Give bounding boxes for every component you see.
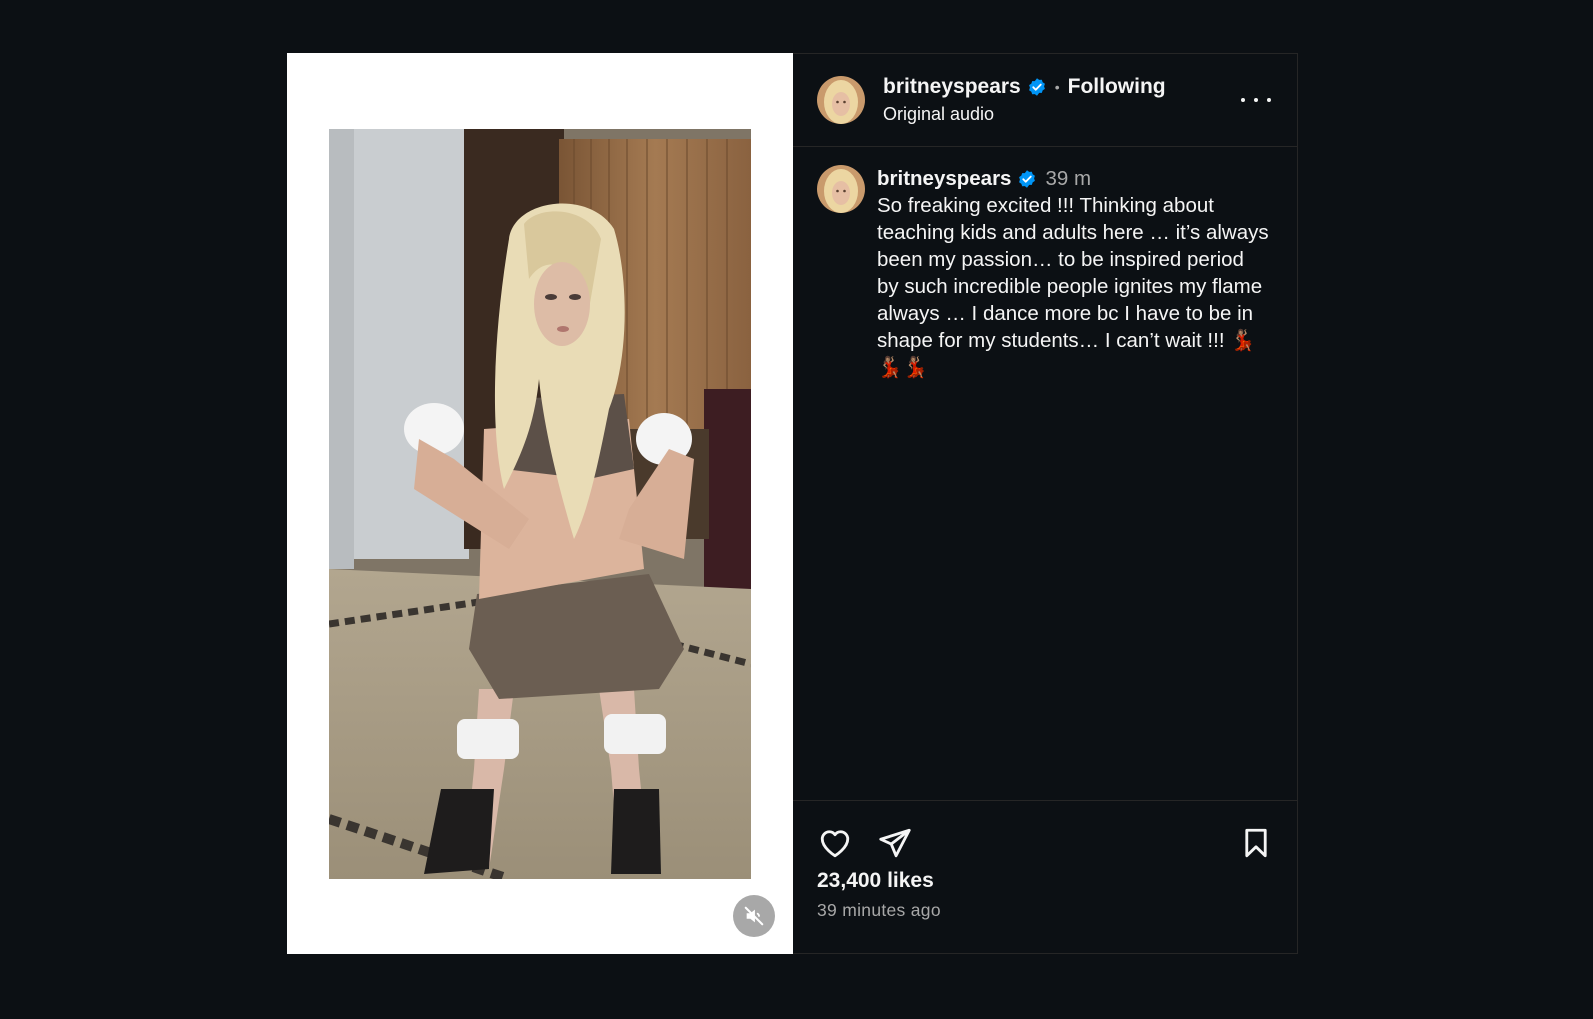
caption: britneyspears 39 m So freaking excited !… bbox=[877, 165, 1269, 381]
post-header: britneyspears • Following Original audio bbox=[793, 54, 1297, 147]
more-options-icon[interactable] bbox=[1241, 90, 1271, 110]
caption-username[interactable]: britneyspears bbox=[877, 165, 1011, 192]
post-details-panel: britneyspears • Following Original audio bbox=[793, 53, 1298, 954]
reel-video[interactable] bbox=[329, 129, 751, 879]
post-timestamp[interactable]: 39 minutes ago bbox=[817, 900, 941, 921]
header-text: britneyspears • Following Original audio bbox=[883, 74, 1166, 126]
action-bar bbox=[817, 823, 1273, 863]
video-frame-image bbox=[329, 129, 751, 879]
post-modal: britneyspears • Following Original audio bbox=[287, 53, 1298, 954]
verified-badge-icon bbox=[1017, 169, 1037, 189]
audio-link[interactable]: Original audio bbox=[883, 102, 1166, 126]
likes-count[interactable]: 23,400 likes bbox=[817, 869, 934, 893]
caption-avatar[interactable] bbox=[817, 165, 865, 213]
following-button[interactable]: Following bbox=[1068, 74, 1166, 100]
caption-time[interactable]: 39 m bbox=[1045, 165, 1091, 192]
avatar-image bbox=[817, 76, 865, 124]
heart-icon[interactable] bbox=[817, 825, 853, 861]
caption-section: britneyspears 39 m So freaking excited !… bbox=[793, 147, 1297, 800]
caption-text: So freaking excited !!! Thinking about t… bbox=[877, 194, 1269, 379]
verified-badge-icon bbox=[1027, 77, 1047, 97]
media-container bbox=[287, 53, 793, 954]
separator-dot: • bbox=[1054, 79, 1060, 95]
muted-speaker-icon bbox=[744, 906, 764, 926]
mute-toggle-button[interactable] bbox=[733, 895, 775, 937]
bookmark-icon[interactable] bbox=[1239, 825, 1273, 861]
avatar-image bbox=[817, 165, 865, 213]
post-footer: 23,400 likes 39 minutes ago bbox=[793, 800, 1297, 953]
avatar[interactable] bbox=[817, 76, 865, 124]
author-username[interactable]: britneyspears bbox=[883, 74, 1021, 100]
share-icon[interactable] bbox=[877, 825, 913, 861]
